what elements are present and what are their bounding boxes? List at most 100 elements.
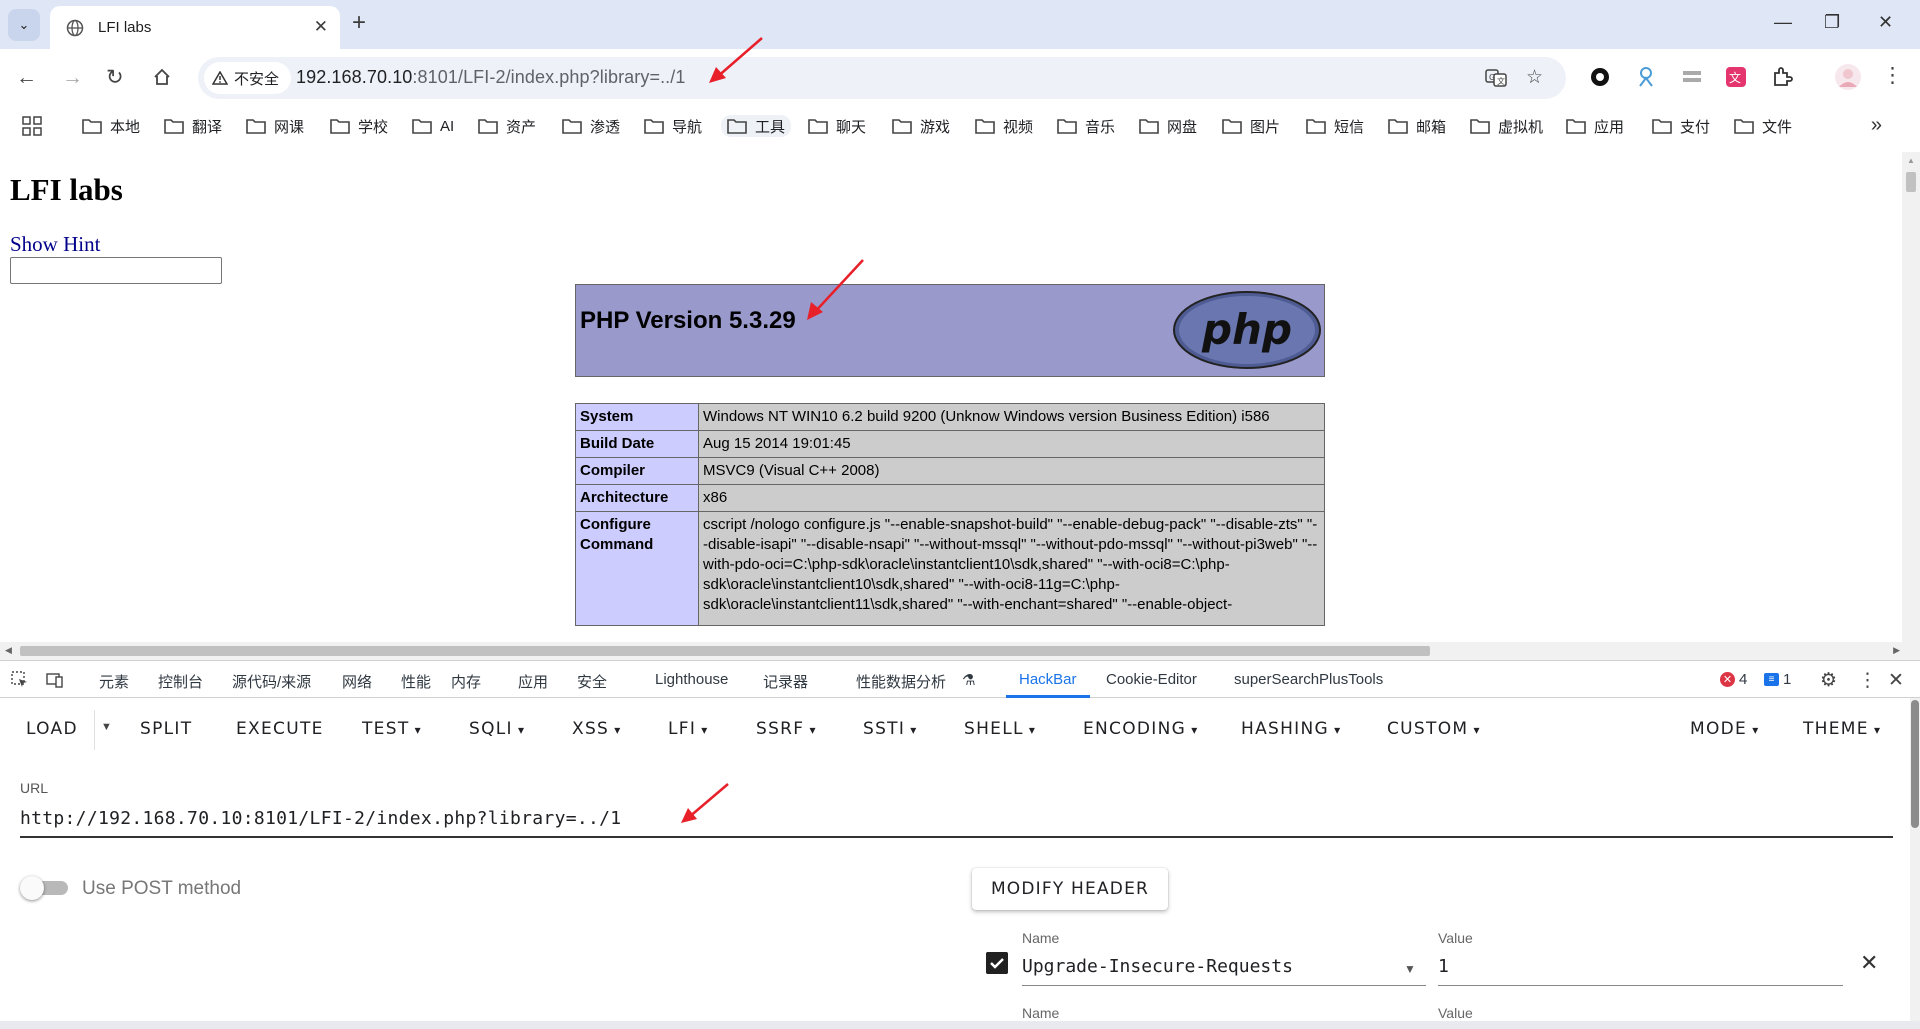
hackbar-menu-button[interactable]: SHELL ▾ xyxy=(964,719,1036,739)
bookmark-folder[interactable]: 应用 xyxy=(1566,115,1624,137)
hackbar-menu-button[interactable]: LFI ▾ xyxy=(668,719,709,739)
modify-header-button[interactable]: MODIFY HEADER xyxy=(972,868,1168,910)
devtools-tab[interactable]: 性能数据分析 xyxy=(856,671,946,692)
show-hint-link[interactable]: Show Hint xyxy=(10,232,100,257)
hackbar-scrollbar[interactable] xyxy=(1910,698,1920,1029)
bookmark-folder[interactable]: 文件 xyxy=(1734,115,1792,137)
scroll-up-icon[interactable]: ▲ xyxy=(1907,156,1915,165)
devtools-menu-icon[interactable]: ⋮ xyxy=(1858,669,1877,692)
devtools-tab[interactable]: Lighthouse xyxy=(655,671,728,688)
security-chip[interactable]: 不安全 xyxy=(204,62,292,94)
bookmark-folder[interactable]: 游戏 xyxy=(892,115,950,137)
inspect-element-icon[interactable] xyxy=(11,671,29,689)
bookmark-folder[interactable]: 网课 xyxy=(246,115,304,137)
bookmark-folder[interactable]: 聊天 xyxy=(808,115,866,137)
devtools-tab[interactable]: 应用 xyxy=(518,671,548,692)
hackbar-menu-button[interactable]: HASHING ▾ xyxy=(1241,719,1341,739)
tab-close-icon[interactable]: ✕ xyxy=(314,18,328,36)
home-icon[interactable] xyxy=(152,67,172,87)
bookmark-folder[interactable]: 支付 xyxy=(1652,115,1710,137)
bookmark-folder[interactable]: 音乐 xyxy=(1057,115,1115,137)
bookmark-folder[interactable]: 导航 xyxy=(644,115,702,137)
page-vertical-scrollbar[interactable]: ▲ xyxy=(1902,152,1920,642)
device-toolbar-icon[interactable] xyxy=(46,671,64,689)
translate-icon[interactable]: G文 xyxy=(1485,68,1507,88)
devtools-tab[interactable]: superSearchPlusTools xyxy=(1234,671,1383,688)
browser-menu-icon[interactable]: ⋮ xyxy=(1882,64,1903,88)
devtools-tab[interactable]: 性能 xyxy=(401,671,431,692)
extension-translate-icon[interactable]: 文 xyxy=(1724,65,1748,89)
bookmark-folder[interactable]: 短信 xyxy=(1306,115,1364,137)
hackbar-menu-button[interactable]: LOAD xyxy=(26,719,78,739)
bookmark-folder[interactable]: 视频 xyxy=(975,115,1033,137)
back-icon[interactable]: ← xyxy=(16,66,37,90)
extension-bars-icon[interactable] xyxy=(1680,65,1704,89)
hackbar-menu-button[interactable]: SSTI ▾ xyxy=(863,719,918,739)
omnibox[interactable]: 不安全 192.168.70.10:8101/LFI-2/index.php?l… xyxy=(198,57,1566,99)
hackbar-menu-button[interactable]: EXECUTE xyxy=(236,719,324,739)
bookmark-folder[interactable]: 虚拟机 xyxy=(1470,115,1543,137)
hackbar-menu-button[interactable]: CUSTOM ▾ xyxy=(1387,719,1481,739)
scrollbar-thumb[interactable] xyxy=(1911,700,1919,828)
hackbar-menu-button[interactable]: TEST ▾ xyxy=(362,719,422,739)
browser-tab[interactable]: LFI labs ✕ xyxy=(50,6,340,49)
devtools-tab[interactable]: 安全 xyxy=(577,671,607,692)
bookmark-folder[interactable]: 翻译 xyxy=(164,115,222,137)
bookmark-star-icon[interactable]: ☆ xyxy=(1526,68,1543,88)
hackbar-menu-button[interactable]: SPLIT xyxy=(140,719,192,739)
minimize-icon[interactable]: — xyxy=(1774,12,1792,32)
scrollbar-thumb[interactable] xyxy=(1906,172,1916,192)
tab-search-button[interactable]: ⌄ xyxy=(8,9,40,41)
hint-input[interactable] xyxy=(10,257,222,284)
hackbar-menu-button[interactable]: MODE ▾ xyxy=(1690,719,1760,739)
bookmark-folder[interactable]: 工具 xyxy=(721,115,792,137)
forward-icon[interactable]: → xyxy=(62,66,83,90)
close-window-icon[interactable]: ✕ xyxy=(1878,12,1893,32)
extensions-puzzle-icon[interactable] xyxy=(1770,65,1794,89)
hackbar-menu-button[interactable]: THEME ▾ xyxy=(1803,719,1881,739)
scrollbar-thumb[interactable] xyxy=(20,646,1430,656)
scroll-left-icon[interactable]: ◀ xyxy=(5,645,12,656)
header-value-input[interactable]: 1 xyxy=(1438,956,1449,977)
bookmark-folder[interactable]: 学校 xyxy=(330,115,388,137)
header-name-input[interactable]: Upgrade-Insecure-Requests xyxy=(1022,956,1293,977)
bookmark-folder[interactable]: 资产 xyxy=(478,115,536,137)
omnibox-url[interactable]: 192.168.70.10:8101/LFI-2/index.php?libra… xyxy=(296,67,686,88)
bookmark-folder[interactable]: 网盘 xyxy=(1139,115,1197,137)
scroll-right-icon[interactable]: ▶ xyxy=(1893,645,1900,656)
post-method-toggle[interactable] xyxy=(20,876,68,900)
url-textarea[interactable]: http://192.168.70.10:8101/LFI-2/index.ph… xyxy=(20,808,621,829)
bookmark-folder[interactable]: 本地 xyxy=(82,115,140,137)
error-badge[interactable]: ✕ 4 xyxy=(1720,671,1747,688)
header-enabled-checkbox[interactable] xyxy=(986,952,1008,974)
hackbar-menu-button[interactable]: XSS ▾ xyxy=(572,719,622,739)
hackbar-menu-button[interactable]: SSRF ▾ xyxy=(756,719,817,739)
bookmark-folder[interactable]: AI xyxy=(412,115,454,137)
profile-avatar[interactable] xyxy=(1834,63,1862,91)
devtools-close-icon[interactable]: ✕ xyxy=(1888,669,1904,692)
new-tab-button[interactable]: + xyxy=(352,11,366,35)
apps-grid-icon[interactable] xyxy=(22,116,42,136)
load-dropdown-icon[interactable]: ▼ xyxy=(101,721,112,733)
devtools-tab[interactable]: 元素 xyxy=(99,671,129,692)
header-name-dropdown-icon[interactable]: ▼ xyxy=(1404,962,1416,976)
message-badge[interactable]: ≡ 1 xyxy=(1764,671,1791,688)
bookmarks-overflow-icon[interactable]: » xyxy=(1871,114,1882,137)
extension-circle-icon[interactable] xyxy=(1588,65,1612,89)
devtools-tab[interactable]: 记录器 xyxy=(763,671,808,692)
bookmark-folder[interactable]: 渗透 xyxy=(562,115,620,137)
bookmark-folder[interactable]: 邮箱 xyxy=(1388,115,1446,137)
settings-gear-icon[interactable]: ⚙ xyxy=(1820,669,1837,692)
devtools-tab[interactable]: Cookie-Editor xyxy=(1106,671,1197,688)
hackbar-menu-button[interactable]: ENCODING ▾ xyxy=(1083,719,1199,739)
page-horizontal-scrollbar[interactable]: ◀ ▶ xyxy=(0,642,1920,660)
bookmark-folder[interactable]: 图片 xyxy=(1222,115,1280,137)
devtools-tab[interactable]: 控制台 xyxy=(158,671,203,692)
hackbar-menu-button[interactable]: SQLI ▾ xyxy=(469,719,525,739)
devtools-tab[interactable]: 内存 xyxy=(451,671,481,692)
reload-icon[interactable]: ↻ xyxy=(106,66,124,90)
devtools-tab[interactable]: HackBar xyxy=(1019,671,1077,688)
devtools-tab[interactable]: 网络 xyxy=(342,671,372,692)
devtools-tab[interactable]: 源代码/来源 xyxy=(232,671,311,692)
delete-header-icon[interactable]: ✕ xyxy=(1860,950,1878,976)
